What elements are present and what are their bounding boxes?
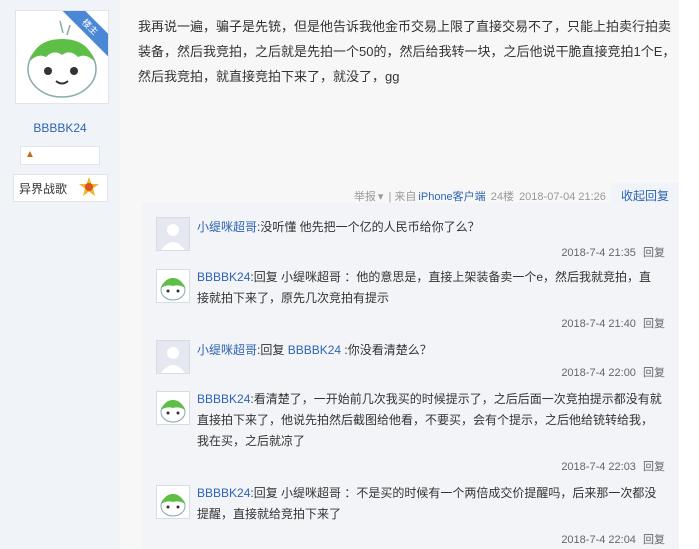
reply-text: BBBBK24:看清楚了，一开始前几次我买的时候提示了，之后后面一次竞拍提示都没… — [197, 389, 662, 452]
reply-username[interactable]: 小缇咪超哥 — [197, 343, 257, 357]
from-label: | 来自 — [388, 191, 417, 203]
reply-body: :回复 — [257, 343, 288, 357]
default-user-icon — [157, 341, 189, 373]
reply-avatar[interactable] — [156, 340, 190, 374]
reply-text: 小缇咪超哥:没听懂 他先把一个亿的人民币给你了么？ — [197, 217, 662, 238]
reply-button[interactable]: 回复 — [643, 534, 665, 546]
reply-footer: 2018-7-4 22:04 回复 — [561, 531, 665, 547]
reply-body: :你没看清楚么？ — [341, 343, 432, 357]
reply-body: :回复 小缇咪超哥 ：不是买的时候有一个两倍成交价提醒吗，后来那一次都没提醒，直… — [197, 486, 657, 521]
reply-username[interactable]: BBBBK24 — [197, 270, 250, 284]
reply-text: 小缇咪超哥:回复 BBBBK24 :你没看清楚么？ — [197, 340, 662, 361]
reply-button[interactable]: 回复 — [643, 461, 665, 473]
reply-time: 2018-7-4 22:03 — [561, 461, 636, 473]
author-sidebar: 楼主 BBBBK24 ▲ 异界战歌 — [0, 0, 120, 549]
badge-name: 异界战歌 — [19, 182, 68, 196]
reply-time: 2018-7-4 21:35 — [561, 247, 636, 259]
reply-button[interactable]: 回复 — [643, 367, 665, 379]
reply-username[interactable]: BBBBK24 — [197, 392, 250, 406]
author-username[interactable]: BBBBK24 — [0, 121, 120, 135]
reply-avatar[interactable] — [156, 217, 190, 251]
reply-body: :没听懂 他先把一个亿的人民币给你了么？ — [257, 220, 480, 234]
reply-footer: 2018-7-4 21:40 回复 — [561, 315, 665, 331]
green-slime-avatar-icon — [160, 494, 186, 517]
floor-number: 24楼 — [490, 191, 514, 203]
badge-star-icon — [79, 177, 99, 196]
reply-avatar[interactable] — [156, 485, 190, 519]
reply-text: BBBBK24:回复 小缇咪超哥 ：他的意思是，直接上架装备卖一个e，然后我就竞… — [197, 267, 662, 309]
right-margin — [679, 0, 699, 549]
client-link[interactable]: iPhone客户端 — [418, 191, 485, 203]
level-bar: ▲ — [20, 146, 100, 165]
author-avatar[interactable]: 楼主 — [15, 10, 109, 104]
reply-body: :看清楚了，一开始前几次我买的时候提示了，之后后面一次竞拍提示都没有就直接拍下来… — [197, 392, 662, 448]
reply-username[interactable]: 小缇咪超哥 — [197, 220, 257, 234]
reply-footer: 2018-7-4 21:35 回复 — [561, 244, 665, 260]
post-content: 我再说一遍，骗子是先铳，但是他告诉我他金币交易上限了直接交易不了，只能上拍卖行拍… — [138, 19, 676, 84]
reply-time: 2018-7-4 22:04 — [561, 534, 636, 546]
reply-text: BBBBK24:回复 小缇咪超哥 ：不是买的时候有一个两倍成交价提醒吗，后来那一… — [197, 483, 662, 525]
forum-badge[interactable]: 异界战歌 — [13, 174, 108, 202]
level-icon: ▲ — [25, 149, 35, 160]
green-slime-avatar-icon — [160, 278, 186, 301]
reply-time: 2018-7-4 22:00 — [561, 367, 636, 379]
default-user-icon — [157, 218, 189, 250]
reply-username[interactable]: BBBBK24 — [197, 486, 250, 500]
reply-time: 2018-7-4 21:40 — [561, 318, 636, 330]
reply-avatar[interactable] — [156, 269, 190, 303]
reply-button[interactable]: 回复 — [643, 247, 665, 259]
reply-avatar[interactable] — [156, 391, 190, 425]
reply-button[interactable]: 回复 — [643, 318, 665, 330]
post-time: 2018-07-04 21:26 — [519, 191, 606, 203]
reply-mention[interactable]: BBBBK24 — [288, 343, 341, 357]
reply-list: 小缇咪超哥:没听懂 他先把一个亿的人民币给你了么？ 2018-7-4 21:35… — [142, 203, 679, 549]
green-slime-avatar-icon — [160, 400, 186, 423]
reply-footer: 2018-7-4 22:00 回复 — [561, 364, 665, 380]
reply-footer: 2018-7-4 22:03 回复 — [561, 458, 665, 474]
report-link[interactable]: 举报 — [354, 191, 376, 203]
reply-body: :回复 小缇咪超哥 ：他的意思是，直接上架装备卖一个e，然后我就竞拍，直接就拍下… — [197, 270, 652, 305]
chevron-down-icon: ▾ — [377, 191, 384, 203]
